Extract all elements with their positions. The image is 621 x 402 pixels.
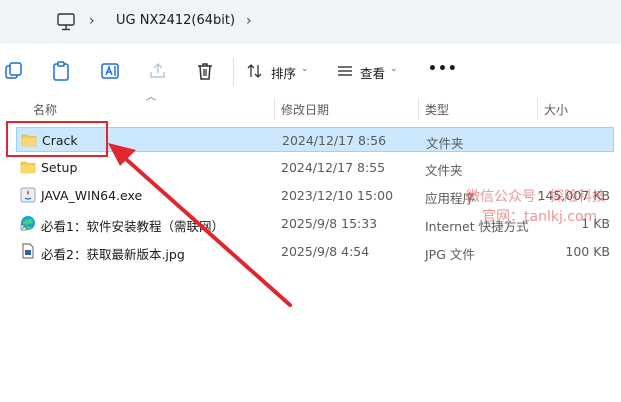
column-divider[interactable]	[537, 98, 538, 120]
chevron-down-icon: ⌄	[390, 64, 398, 74]
file-type: 文件夹	[425, 163, 463, 178]
watermark-line-2: 官网：tanlkj.com	[482, 209, 598, 225]
file-date: 2024/12/17 8:55	[281, 160, 386, 175]
column-divider[interactable]	[418, 98, 419, 120]
chevron-right-icon[interactable]: ›	[246, 13, 252, 29]
breadcrumb-folder[interactable]: UG NX2412(64bit)	[116, 13, 235, 28]
file-date: 2023/12/10 15:00	[281, 188, 394, 203]
computer-icon	[57, 13, 75, 31]
sort-button[interactable]: 排序 ⌄	[247, 59, 313, 83]
column-header: 名称 修改日期 类型 大小	[0, 98, 621, 120]
file-size: 100 KB	[565, 244, 610, 259]
column-size[interactable]: 大小	[544, 101, 568, 118]
view-button[interactable]: 查看 ⌄	[336, 59, 402, 83]
column-divider[interactable]	[274, 98, 275, 120]
chevron-down-icon: ⌄	[301, 64, 309, 74]
more-options-button[interactable]: •••	[428, 59, 457, 83]
watermark-line-1: 微信公众号：探险科技	[466, 189, 606, 205]
file-row[interactable]: 必看2：获取最新版本.jpg 2025/9/8 4:54 JPG 文件 100 …	[16, 239, 614, 264]
folder-icon	[20, 161, 36, 174]
paste-icon[interactable]	[51, 61, 71, 81]
file-name: JAVA_WIN64.exe	[41, 188, 143, 203]
rename-icon[interactable]	[100, 61, 120, 81]
column-name[interactable]: 名称	[33, 101, 57, 118]
file-date: 2024/12/17 8:56	[282, 133, 387, 148]
delete-icon[interactable]	[195, 61, 215, 81]
file-name: 必看2：获取最新版本.jpg	[41, 247, 185, 262]
annotation-highlight-box	[6, 121, 108, 157]
file-type: 文件夹	[426, 136, 464, 151]
address-bar[interactable]: › UG NX2412(64bit) ›	[0, 0, 621, 44]
edge-shortcut-icon	[20, 216, 35, 231]
more-icon: •••	[428, 61, 458, 77]
file-type: JPG 文件	[425, 247, 475, 262]
column-type[interactable]: 类型	[425, 101, 449, 118]
share-icon[interactable]	[148, 61, 168, 81]
view-list-icon	[338, 66, 352, 76]
toolbar-divider	[233, 58, 234, 86]
sort-label: 排序	[271, 66, 297, 81]
copy-icon[interactable]	[4, 61, 24, 81]
view-label: 查看	[360, 66, 386, 81]
java-exe-icon	[20, 187, 36, 203]
file-date: 2025/9/8 15:33	[281, 216, 378, 231]
file-row[interactable]: Setup 2024/12/17 8:55 文件夹	[16, 155, 614, 180]
sort-icon	[247, 64, 262, 78]
chevron-right-icon[interactable]: ›	[89, 13, 95, 29]
command-bar: 排序 ⌄ 查看 ⌄ •••	[0, 44, 621, 98]
file-date: 2025/9/8 4:54	[281, 244, 370, 259]
file-name: Setup	[41, 160, 78, 175]
column-date[interactable]: 修改日期	[281, 101, 329, 118]
image-file-icon	[22, 243, 34, 259]
file-name: 必看1：软件安装教程（需联网）	[41, 219, 224, 234]
